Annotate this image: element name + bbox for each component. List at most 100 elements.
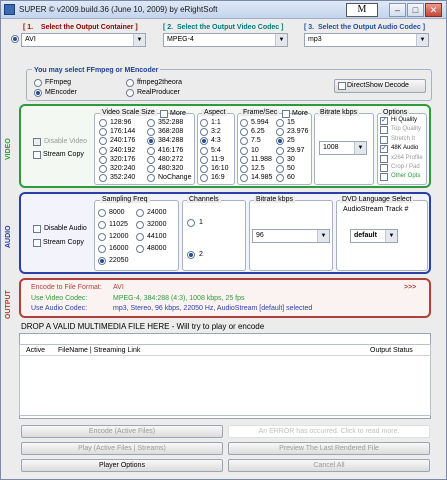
scale-size-option-radio[interactable] — [99, 146, 107, 155]
player-options-button[interactable]: Player Options — [21, 459, 223, 472]
col-output-status[interactable]: Output Status — [370, 347, 413, 354]
scale-size-option-label: 384:288 — [158, 137, 184, 145]
option-crop-pad-checkbox[interactable] — [380, 164, 388, 172]
option-x264-profile-checkbox[interactable] — [380, 154, 388, 163]
aspect-option-label: 3:2 — [211, 128, 221, 136]
fps-option-label: 7.5 — [251, 137, 261, 145]
scale-size-option-radio[interactable] — [147, 155, 155, 164]
video-stream-copy-checkbox[interactable] — [33, 151, 41, 159]
aspect-option-radio[interactable] — [200, 146, 208, 155]
disable-audio-checkbox[interactable] — [33, 225, 41, 233]
video-bitrate-select[interactable]: 1008 ▼ — [319, 141, 367, 155]
audio-section-label: AUDIO — [5, 225, 12, 248]
aspect-option-label: 16:9 — [211, 174, 225, 182]
mencoder-radio[interactable] — [34, 89, 42, 97]
output-format-value: AVI — [113, 284, 124, 291]
col-active[interactable]: Active — [26, 347, 45, 354]
option-other-opts-checkbox[interactable] — [380, 173, 388, 182]
video-codec-select[interactable]: MPEG-4 ▼ — [163, 33, 288, 47]
ffmpeg2theora-radio[interactable] — [126, 79, 134, 87]
fps-option-label: 6.25 — [251, 128, 265, 136]
fps-option-label: 12.5 — [251, 165, 265, 172]
cancel-all-button[interactable]: Cancel All — [228, 459, 430, 472]
fps-option-radio[interactable] — [240, 146, 248, 155]
scale-size-option-label: 480:320 — [158, 165, 184, 172]
audio-codec-select[interactable]: mp3 ▼ — [304, 33, 429, 47]
scale-size-option-radio[interactable] — [99, 155, 107, 164]
channel-2-radio[interactable] — [187, 251, 195, 259]
directshow-checkbox[interactable] — [338, 82, 346, 90]
freq-title: Sampling Freq — [100, 196, 150, 203]
file-table[interactable]: Active FileName | Streaming Link Output … — [19, 344, 431, 416]
preview-button[interactable]: Preview The Last Rendered File — [228, 442, 430, 455]
option-48k-audio-checkbox[interactable] — [380, 145, 388, 154]
fps-option-radio[interactable] — [240, 165, 248, 173]
directshow-toggle[interactable]: DirectShow Decode — [334, 79, 426, 93]
encode-button[interactable]: Encode (Active Files) — [21, 425, 223, 438]
option-48k-audio-label: 48K Audio — [391, 145, 419, 152]
scale-size-option-radio[interactable] — [147, 165, 155, 173]
option-stretch-it-checkbox[interactable] — [380, 135, 388, 144]
error-button[interactable]: An ERROR has occurred. Click to read mor… — [228, 425, 430, 438]
output-expand-arrows[interactable]: >>> — [404, 284, 416, 291]
fps-option-radio[interactable] — [276, 119, 284, 127]
disable-audio-label: Disable Audio — [44, 225, 87, 232]
fps-option-label: 11.988 — [251, 155, 272, 163]
audio-stream-copy-checkbox[interactable] — [33, 239, 41, 247]
freq-option-radio[interactable] — [98, 209, 106, 217]
scale-size-option-radio[interactable] — [147, 146, 155, 155]
fps-option-radio[interactable] — [276, 146, 284, 155]
channels-group — [182, 200, 246, 271]
freq-option-radio[interactable] — [98, 245, 106, 253]
scale-size-option-radio[interactable] — [99, 119, 107, 127]
scale-size-option-radio[interactable] — [99, 165, 107, 173]
fps-option-radio[interactable] — [240, 119, 248, 127]
container-select[interactable]: AVI ▼ — [21, 33, 146, 47]
aspect-option-label: 16:10 — [211, 165, 229, 172]
scale-more-checkbox[interactable] — [160, 110, 168, 118]
freq-option-radio[interactable] — [98, 233, 106, 241]
output-format-label: Encode to File Format: — [31, 284, 102, 291]
minimize-icon[interactable]: – — [389, 3, 406, 17]
realproducer-label: RealProducer — [137, 89, 180, 96]
options-title: Options — [381, 109, 410, 116]
realproducer-radio[interactable] — [126, 89, 134, 97]
ffmpeg2theora-label: ffmpeg2theora — [137, 79, 183, 86]
close-icon[interactable]: ✕ — [425, 3, 442, 17]
audio-bitrate-title: Bitrate kbps — [254, 196, 295, 203]
disable-video-checkbox[interactable] — [33, 138, 41, 146]
video-stream-copy-label: Stream Copy — [43, 151, 84, 158]
freq-option-radio[interactable] — [98, 221, 106, 229]
dvd-title: DVD Language Select — [340, 196, 414, 203]
scale-size-option-radio[interactable] — [147, 119, 155, 127]
audio-track-select[interactable]: default ▼ — [350, 229, 398, 243]
fps-option-radio[interactable] — [240, 155, 248, 164]
freq-option-radio[interactable] — [136, 209, 144, 217]
ffmpeg-radio[interactable] — [34, 79, 42, 87]
fps-option-label: 14.985 — [251, 174, 273, 182]
col-filename[interactable]: FileName | Streaming Link — [58, 347, 140, 354]
drop-hint: DROP A VALID MULTIMEDIA FILE HERE - Will… — [21, 322, 265, 331]
aspect-option-radio[interactable] — [200, 119, 208, 127]
option-top-quality-checkbox[interactable] — [380, 126, 388, 135]
fps-more-checkbox[interactable] — [282, 110, 290, 118]
freq-option-radio[interactable] — [98, 257, 106, 265]
freq-option-radio[interactable] — [136, 245, 144, 253]
maximize-icon[interactable]: □ — [407, 3, 424, 17]
fps-option-radio[interactable] — [276, 155, 284, 164]
option-top-quality-label: Top Quality — [391, 126, 422, 133]
play-button[interactable]: Play (Active Files | Streams) — [21, 442, 223, 455]
option-hi-quality-checkbox[interactable] — [380, 117, 388, 125]
container-radio[interactable] — [11, 35, 19, 43]
step3-header: [ 3. Select the Output Audio Codec ] — [304, 24, 426, 31]
channel-1-radio[interactable] — [187, 219, 195, 227]
freq-option-radio[interactable] — [136, 233, 144, 241]
aspect-option-radio[interactable] — [200, 165, 208, 173]
audio-bitrate-select[interactable]: 96 ▼ — [252, 229, 330, 243]
aspect-option-radio[interactable] — [200, 155, 208, 164]
aspect-option-label: 5:4 — [211, 146, 221, 154]
freq-option-radio[interactable] — [136, 221, 144, 229]
m-button[interactable]: M — [346, 3, 378, 17]
fps-option-radio[interactable] — [276, 165, 284, 173]
fps-option-label: 29.97 — [287, 146, 305, 154]
